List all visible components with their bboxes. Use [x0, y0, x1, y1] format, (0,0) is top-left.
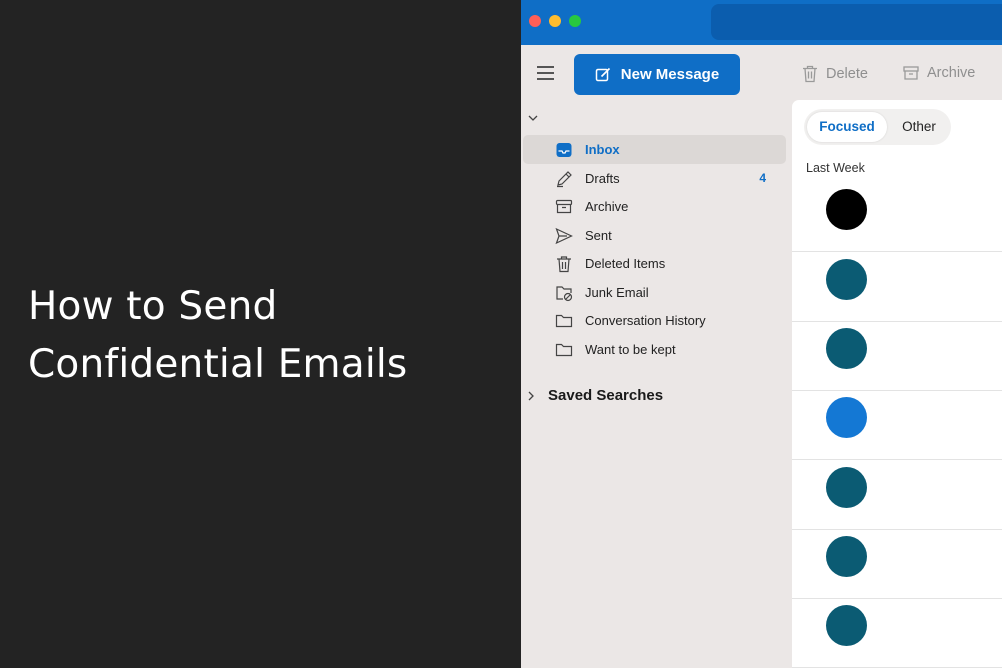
- sent-icon: [555, 227, 573, 245]
- chevron-down-icon[interactable]: [527, 112, 539, 124]
- inbox-tabs: Focused Other: [804, 109, 951, 145]
- archive-icon: [555, 199, 573, 214]
- search-bar[interactable]: [711, 4, 1002, 40]
- folder-label: Inbox: [585, 142, 620, 157]
- menu-toggle-button[interactable]: [537, 66, 554, 80]
- folder-junk-email[interactable]: Junk Email: [523, 278, 786, 307]
- tab-other[interactable]: Other: [892, 112, 946, 142]
- tab-focused[interactable]: Focused: [807, 112, 887, 142]
- folder-label: Deleted Items: [585, 256, 666, 271]
- new-message-label: New Message: [620, 66, 720, 83]
- date-group-label: Last Week: [806, 161, 865, 175]
- folder-label: Drafts: [585, 171, 620, 186]
- message-row[interactable]: [792, 390, 1002, 460]
- avatar: [826, 536, 867, 577]
- inbox-icon: [556, 143, 572, 157]
- junk-icon: [556, 286, 573, 302]
- outlook-window: New Message Delete Archive Inbox Drafts …: [521, 0, 1002, 668]
- folder-label: Want to be kept: [585, 342, 676, 357]
- folder-label: Junk Email: [585, 285, 649, 300]
- headline-line-2: Confidential Emails: [28, 342, 408, 387]
- saved-searches-label: Saved Searches: [548, 387, 664, 404]
- headline-line-1: How to Send: [28, 284, 278, 329]
- delete-button[interactable]: Delete: [802, 65, 868, 83]
- folder-want-to-be-kept[interactable]: Want to be kept: [523, 335, 786, 364]
- message-row[interactable]: [792, 321, 1002, 391]
- folder-deleted-items[interactable]: Deleted Items: [523, 249, 786, 278]
- unread-count: 4: [759, 171, 766, 185]
- avatar: [826, 605, 867, 646]
- archive-label: Archive: [927, 65, 976, 81]
- compose-icon: [595, 67, 610, 81]
- message-row[interactable]: [792, 460, 1002, 530]
- trash-icon: [557, 256, 571, 273]
- folder-label: Conversation History: [585, 313, 706, 328]
- message-row[interactable]: [792, 182, 1002, 252]
- message-list: Focused Other Last Week: [792, 100, 1002, 668]
- archive-button[interactable]: Archive: [903, 65, 975, 81]
- message-row[interactable]: [792, 252, 1002, 322]
- folder-icon: [555, 314, 573, 328]
- zoom-window-button[interactable]: [569, 15, 581, 27]
- delete-label: Delete: [826, 66, 868, 82]
- headline: How to Send Confidential Emails: [28, 278, 407, 394]
- message-row[interactable]: [792, 529, 1002, 599]
- folder-drafts[interactable]: Drafts 4: [523, 164, 786, 193]
- new-message-button[interactable]: New Message: [574, 54, 740, 95]
- toolbar: New Message Delete Archive: [521, 45, 1002, 100]
- folder-inbox[interactable]: Inbox: [523, 135, 786, 164]
- title-bar: [521, 0, 1002, 45]
- folder-archive[interactable]: Archive: [523, 192, 786, 221]
- chevron-right-icon: [528, 391, 534, 400]
- hero-panel: How to Send Confidential Emails: [0, 0, 521, 668]
- avatar: [826, 467, 867, 508]
- drafts-icon: [557, 171, 572, 188]
- folder-label: Sent: [585, 228, 612, 243]
- archive-icon: [903, 66, 919, 80]
- close-window-button[interactable]: [529, 15, 541, 27]
- folder-sent[interactable]: Sent: [523, 221, 786, 250]
- avatar: [826, 328, 867, 369]
- trash-icon: [803, 65, 817, 83]
- saved-searches-toggle[interactable]: Saved Searches: [527, 387, 663, 404]
- avatar: [826, 397, 867, 438]
- folder-icon: [555, 343, 573, 357]
- folder-label: Archive: [585, 199, 629, 214]
- avatar: [826, 189, 867, 230]
- folder-conversation-history[interactable]: Conversation History: [523, 306, 786, 335]
- avatar: [826, 259, 867, 300]
- minimize-window-button[interactable]: [549, 15, 561, 27]
- message-row[interactable]: [792, 598, 1002, 668]
